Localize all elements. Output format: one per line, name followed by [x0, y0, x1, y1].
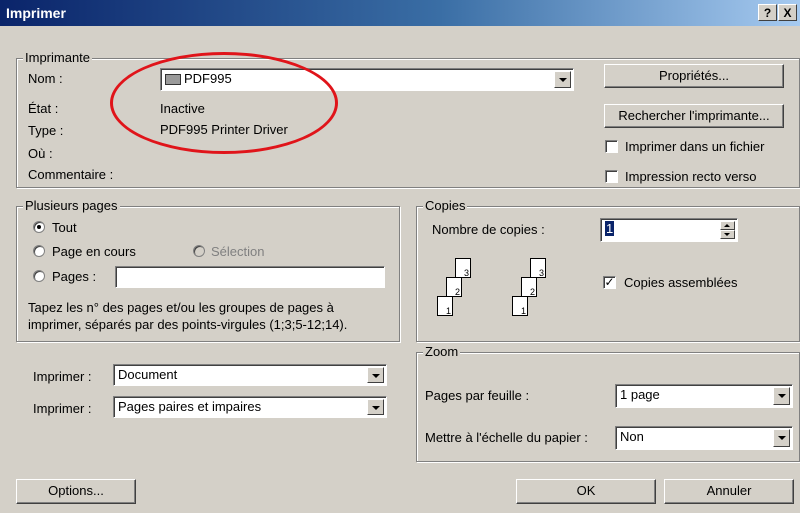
collate-label: Copies assemblées	[624, 275, 738, 290]
pages-label: Pages :	[52, 269, 97, 284]
annotation-ellipse	[110, 52, 338, 154]
current-page-label: Page en cours	[52, 244, 136, 259]
title-bar: Imprimer ? X	[0, 0, 800, 26]
chevron-down-icon[interactable]	[554, 71, 571, 88]
properties-button[interactable]: Propriétés...	[604, 64, 784, 88]
spin-down-icon[interactable]	[720, 230, 735, 239]
pages-per-sheet-dropdown[interactable]: 1 page	[615, 384, 793, 408]
print-what-label: Imprimer :	[33, 369, 92, 384]
print-to-file-checkbox[interactable]	[605, 140, 618, 153]
page-stack-b-1: 1	[512, 296, 528, 316]
comment-label: Commentaire :	[28, 167, 114, 182]
all-pages-radio[interactable]	[33, 221, 45, 233]
page-stack-b-2: 2	[521, 277, 537, 297]
chevron-down-icon[interactable]	[367, 367, 384, 383]
scale-value: Non	[620, 429, 644, 444]
chevron-down-icon[interactable]	[773, 429, 790, 447]
spin-up-icon[interactable]	[720, 221, 735, 230]
copies-count-input[interactable]: 1	[600, 218, 738, 242]
page-stack-b-3: 3	[530, 258, 546, 278]
scale-dropdown[interactable]: Non	[615, 426, 793, 450]
copies-count-value: 1	[605, 221, 615, 236]
page-range-group-label: Plusieurs pages	[23, 198, 120, 214]
print-pages-dropdown[interactable]: Pages paires et impaires	[113, 396, 387, 418]
pages-radio[interactable]	[33, 270, 45, 282]
all-pages-label: Tout	[52, 220, 77, 235]
selection-radio	[193, 245, 205, 257]
selection-label: Sélection	[211, 244, 265, 259]
duplex-checkbox[interactable]	[605, 170, 618, 183]
type-label: Type :	[28, 123, 64, 138]
chevron-down-icon[interactable]	[367, 399, 384, 415]
print-what-value: Document	[118, 367, 178, 382]
printer-name-label: Nom :	[28, 71, 63, 86]
page-stack-a-1: 1	[437, 296, 453, 316]
pages-input[interactable]	[115, 266, 385, 288]
scale-label: Mettre à l'échelle du papier :	[425, 430, 588, 445]
pages-help-line2: imprimer, séparés par des points-virgule…	[28, 317, 348, 332]
page-stack-a-2: 2	[446, 277, 462, 297]
print-pages-value: Pages paires et impaires	[118, 399, 262, 414]
cancel-button[interactable]: Annuler	[664, 479, 794, 504]
page-stack-a-3: 3	[455, 258, 471, 278]
zoom-group-label: Zoom	[423, 344, 461, 360]
duplex-label: Impression recto verso	[625, 169, 757, 184]
options-button[interactable]: Options...	[16, 479, 136, 504]
collate-checkbox[interactable]: ✓	[603, 276, 616, 289]
pages-help-line1: Tapez les n° des pages et/ou les groupes…	[28, 300, 334, 315]
print-to-file-label: Imprimer dans un fichier	[625, 139, 765, 154]
copies-group-label: Copies	[423, 198, 468, 214]
help-button[interactable]: ?	[758, 4, 777, 21]
print-what-dropdown[interactable]: Document	[113, 364, 387, 386]
pages-per-sheet-value: 1 page	[620, 387, 660, 402]
chevron-down-icon[interactable]	[773, 387, 790, 405]
where-label: Où :	[28, 146, 53, 161]
window-title: Imprimer	[6, 5, 66, 21]
pages-per-sheet-label: Pages par feuille :	[425, 388, 530, 403]
ok-button[interactable]: OK	[516, 479, 656, 504]
current-page-radio[interactable]	[33, 245, 45, 257]
copies-count-label: Nombre de copies :	[432, 222, 545, 237]
find-printer-button[interactable]: Rechercher l'imprimante...	[604, 104, 784, 128]
print-pages-label: Imprimer :	[33, 401, 92, 416]
printer-group-label: Imprimante	[23, 50, 93, 66]
close-button[interactable]: X	[778, 4, 797, 21]
status-label: État :	[28, 101, 59, 116]
